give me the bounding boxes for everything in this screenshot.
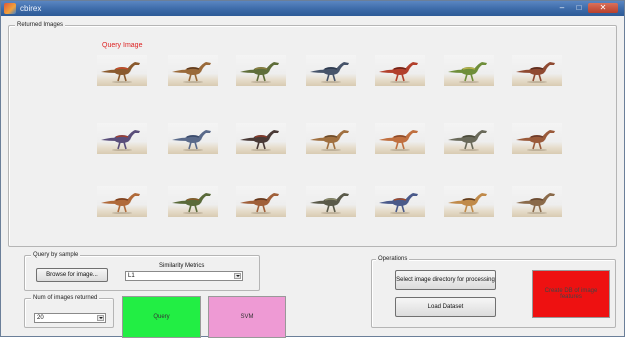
- dinosaur-thumbnail: [306, 123, 356, 154]
- minimize-icon[interactable]: –: [554, 3, 570, 13]
- window-title: cbirex: [20, 4, 42, 13]
- dinosaur-image: [448, 62, 487, 83]
- dinosaur-thumbnail: [444, 55, 494, 86]
- dinosaur-image: [101, 62, 140, 83]
- operations-panel: Operations Select image directory for pr…: [371, 255, 616, 328]
- dinosaur-image: [516, 193, 555, 214]
- dinosaur-thumbnail: [375, 55, 425, 86]
- dinosaur-image: [310, 130, 349, 151]
- dinosaur-image: [448, 130, 487, 151]
- maximize-icon[interactable]: □: [571, 3, 587, 13]
- dinosaur-image: [310, 62, 349, 83]
- num-images-select[interactable]: 20: [34, 313, 106, 323]
- dinosaur-image: [516, 130, 555, 151]
- dinosaur-thumbnail: [236, 186, 286, 217]
- dinosaur-thumbnail: [97, 123, 147, 154]
- dinosaur-image: [379, 130, 418, 151]
- num-images-value: 20: [37, 315, 44, 321]
- dinosaur-image: [240, 62, 279, 83]
- title-bar: cbirex – □ ✕: [1, 1, 624, 16]
- dinosaur-image: [310, 193, 349, 214]
- returned-images-legend: Returned Images: [15, 21, 66, 29]
- dinosaur-image: [101, 193, 140, 214]
- dinosaur-thumbnail: [97, 55, 147, 86]
- dinosaur-thumbnail: [236, 55, 286, 86]
- dinosaur-image: [172, 130, 211, 151]
- dinosaur-thumbnail: [444, 123, 494, 154]
- create-db-button[interactable]: Create DB of image features: [532, 270, 610, 318]
- similarity-metric-select[interactable]: L1: [125, 271, 243, 281]
- returned-images-panel: Returned Images Query Image: [8, 21, 617, 247]
- dinosaur-thumbnail: [512, 55, 562, 86]
- dinosaur-thumbnail: [97, 186, 147, 217]
- chevron-down-icon[interactable]: [97, 315, 104, 321]
- dinosaur-thumbnail: [444, 186, 494, 217]
- dinosaur-thumbnail: [375, 123, 425, 154]
- dinosaur-image: [172, 62, 211, 83]
- dinosaur-image: [101, 130, 140, 151]
- dinosaur-image: [379, 62, 418, 83]
- num-images-panel: Num of images returned 20: [24, 294, 114, 328]
- dinosaur-thumbnail: [168, 186, 218, 217]
- dinosaur-image: [379, 193, 418, 214]
- num-images-legend: Num of images returned: [31, 294, 100, 302]
- matlab-icon: [4, 3, 16, 14]
- query-button[interactable]: Query: [122, 296, 201, 338]
- dinosaur-thumbnail: [168, 55, 218, 86]
- query-by-sample-panel: Query by sample Browse for image... Simi…: [24, 251, 260, 291]
- load-dataset-button[interactable]: Load Dataset: [395, 297, 496, 317]
- dinosaur-image: [172, 193, 211, 214]
- similarity-metric-value: L1: [128, 273, 135, 279]
- dinosaur-thumbnail: [306, 55, 356, 86]
- dinosaur-thumbnail: [236, 123, 286, 154]
- query-image-label: Query Image: [102, 42, 143, 49]
- dinosaur-thumbnail: [375, 186, 425, 217]
- dinosaur-thumbnail: [306, 186, 356, 217]
- app-window: cbirex – □ ✕ Returned Images Query Image…: [0, 0, 625, 338]
- dinosaur-thumbnail: [512, 186, 562, 217]
- operations-legend: Operations: [376, 255, 410, 263]
- select-directory-button[interactable]: Select image directory for processing: [395, 270, 496, 290]
- query-by-sample-legend: Query by sample: [31, 251, 81, 259]
- dinosaur-image: [240, 193, 279, 214]
- similarity-metrics-label: Similarity Metrics: [159, 263, 205, 269]
- browse-image-button[interactable]: Browse for image...: [36, 268, 108, 282]
- dinosaur-image: [516, 62, 555, 83]
- close-icon[interactable]: ✕: [588, 3, 618, 13]
- chevron-down-icon[interactable]: [234, 273, 241, 279]
- dinosaur-thumbnail: [512, 123, 562, 154]
- dinosaur-thumbnail: [168, 123, 218, 154]
- dinosaur-image: [448, 193, 487, 214]
- svm-button[interactable]: SVM: [208, 296, 286, 338]
- dinosaur-image: [240, 130, 279, 151]
